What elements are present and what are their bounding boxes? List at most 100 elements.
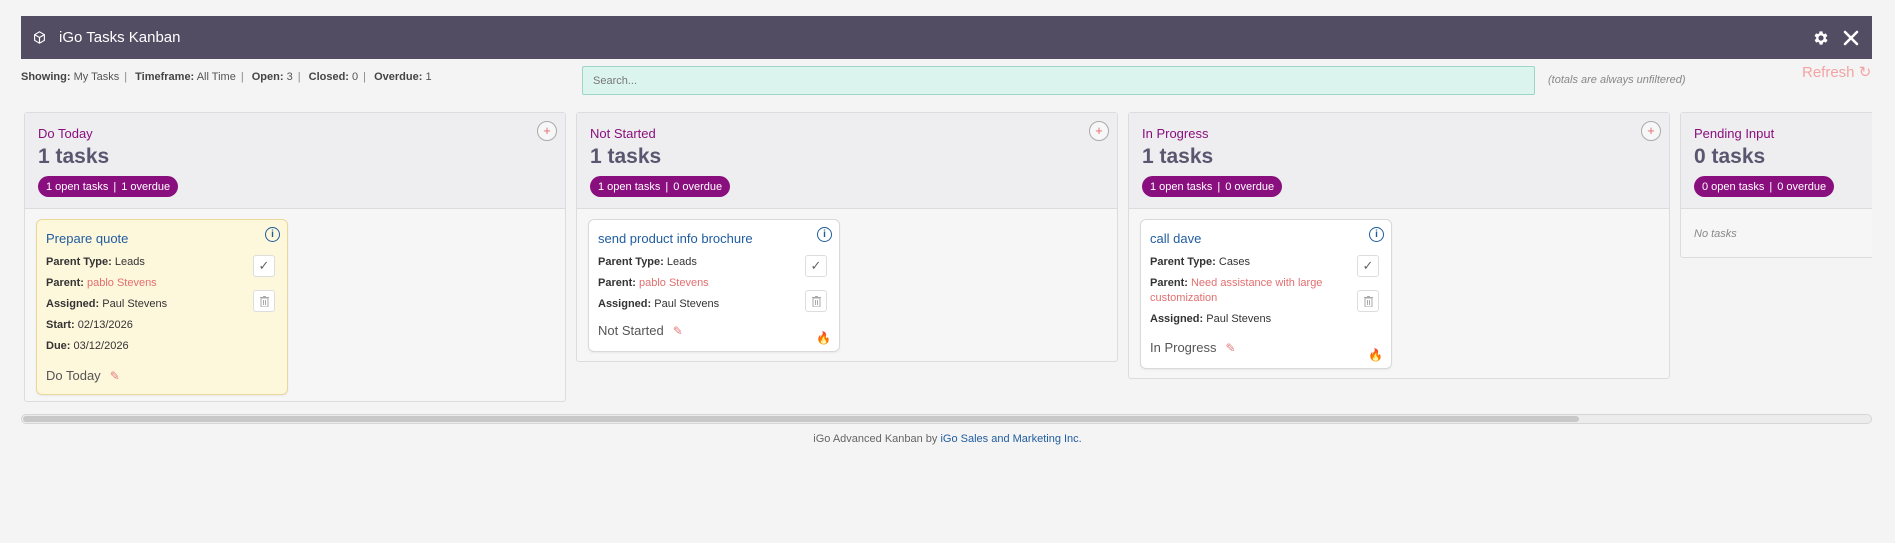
add-task-button[interactable]: +	[537, 121, 557, 141]
open-label: Open:	[251, 71, 284, 83]
overdue-count: 1 overdue	[121, 180, 171, 193]
column-header: In Progress 1 tasks 1 open tasks | 0 overd…	[1129, 113, 1669, 209]
task-status: In Progress	[1150, 340, 1217, 355]
start-label: Start:	[46, 319, 75, 331]
open-tasks-count: 1 open tasks	[1150, 180, 1213, 193]
stats-separator: |	[297, 71, 301, 83]
column-pending-input: Pending Input 0 tasks 0 open tasks | 0 ove…	[1680, 112, 1872, 258]
cube-icon	[31, 30, 47, 46]
footer-company-link[interactable]: iGo Sales and Marketing Inc.	[940, 433, 1081, 445]
edit-status-pencil-icon[interactable]: ✎	[1225, 341, 1235, 355]
assigned-row: Assigned: Paul Stevens	[1150, 312, 1340, 327]
due-date: 03/12/2026	[73, 340, 129, 352]
parent-row: Parent: Need assistance with large custo…	[1150, 276, 1340, 306]
column-title: Do Today	[38, 126, 93, 141]
add-task-button[interactable]: +	[1641, 121, 1661, 141]
scrollbar-thumb[interactable]	[23, 416, 1579, 422]
info-icon[interactable]: i	[265, 227, 280, 242]
delete-task-button[interactable]	[1357, 290, 1379, 312]
open-tasks-count: 1 open tasks	[46, 180, 109, 193]
open-tasks-count: 0 open tasks	[1702, 180, 1765, 193]
complete-task-button[interactable]: ✓	[1357, 255, 1379, 277]
parent-link[interactable]: pablo Stevens	[87, 277, 157, 289]
kanban-board: Do Today 1 tasks 1 open tasks | 1 overdue …	[21, 112, 1872, 412]
parent-row: Parent: pablo Stevens	[598, 276, 788, 291]
assigned-row: Assigned: Paul Stevens	[46, 297, 236, 312]
column-title: Pending Input	[1694, 126, 1775, 141]
task-title-link[interactable]: Prepare quote	[46, 231, 128, 246]
horizontal-scrollbar[interactable]	[21, 414, 1872, 424]
add-task-button[interactable]: +	[1089, 121, 1109, 141]
edit-status-pencil-icon[interactable]: ✎	[673, 324, 683, 338]
showing-value: My Tasks	[73, 71, 120, 83]
info-icon[interactable]: i	[1369, 227, 1384, 242]
complete-task-button[interactable]: ✓	[805, 255, 827, 277]
parent-type-label: Parent Type:	[598, 256, 664, 268]
badge-separator: |	[665, 180, 669, 193]
close-icon[interactable]	[1840, 27, 1862, 49]
overdue-value: 1	[425, 71, 432, 83]
app-title: iGo Tasks Kanban	[59, 29, 181, 46]
column-task-count: 1 tasks	[590, 145, 662, 168]
column-in-progress: In Progress 1 tasks 1 open tasks | 0 overd…	[1128, 112, 1670, 379]
overdue-count: 0 overdue	[1777, 180, 1827, 193]
parent-row: Parent: pablo Stevens	[46, 276, 236, 291]
column-not-started: Not Started 1 tasks 1 open tasks | 0 overd…	[576, 112, 1118, 362]
showing-label: Showing:	[21, 71, 71, 83]
column-header: Not Started 1 tasks 1 open tasks | 0 overd…	[577, 113, 1117, 209]
refresh-button[interactable]: Refresh ↻	[1802, 63, 1871, 81]
parent-type-value: Leads	[114, 256, 145, 268]
parent-label: Parent:	[1150, 277, 1188, 289]
task-title-link[interactable]: call dave	[1150, 231, 1201, 246]
search-input[interactable]	[582, 66, 1535, 95]
overdue-count: 0 overdue	[1225, 180, 1275, 193]
task-status: Do Today	[46, 368, 101, 383]
edit-status-pencil-icon[interactable]: ✎	[110, 369, 120, 383]
overdue-fire-icon: 🔥	[816, 331, 831, 345]
complete-task-button[interactable]: ✓	[253, 255, 275, 277]
due-label: Due:	[46, 340, 71, 352]
footer-text: iGo Advanced Kanban by	[813, 433, 941, 445]
column-task-count: 1 tasks	[1142, 145, 1214, 168]
stats-separator: |	[240, 71, 244, 83]
badge-separator: |	[113, 180, 117, 193]
closed-label: Closed:	[308, 71, 349, 83]
overdue-fire-icon: 🔥	[1368, 348, 1383, 362]
assigned-value: Paul Stevens	[1206, 313, 1272, 325]
task-card[interactable]: send product info brochure i Parent Type…	[588, 219, 840, 352]
task-status: Not Started	[598, 323, 664, 338]
stats-separator: |	[124, 71, 128, 83]
delete-task-button[interactable]	[805, 290, 827, 312]
column-do-today: Do Today 1 tasks 1 open tasks | 1 overdue …	[24, 112, 566, 402]
stats-separator: |	[363, 71, 367, 83]
open-tasks-count: 1 open tasks	[598, 180, 661, 193]
delete-task-button[interactable]	[253, 290, 275, 312]
timeframe-label: Timeframe:	[135, 71, 195, 83]
settings-gear-icon[interactable]	[1810, 27, 1832, 49]
footer: iGo Advanced Kanban by iGo Sales and Mar…	[0, 433, 1895, 445]
parent-type-row: Parent Type: Leads	[46, 255, 236, 270]
column-summary-badge: 0 open tasks | 0 overdue	[1694, 176, 1835, 197]
column-task-count: 1 tasks	[38, 145, 110, 168]
title-bar: iGo Tasks Kanban	[21, 16, 1872, 59]
task-card[interactable]: Prepare quote i Parent Type: Leads Paren…	[36, 219, 288, 395]
parent-type-row: Parent Type: Cases	[1150, 255, 1340, 270]
overdue-label: Overdue:	[374, 71, 423, 83]
task-card[interactable]: call dave i Parent Type: Cases Parent: N…	[1140, 219, 1392, 369]
column-title: In Progress	[1142, 126, 1209, 141]
start-date: 02/13/2026	[77, 319, 133, 331]
parent-link[interactable]: pablo Stevens	[639, 277, 709, 289]
trash-icon	[259, 295, 269, 307]
task-title-link[interactable]: send product info brochure	[598, 231, 753, 246]
status-line: In Progress ✎	[1150, 340, 1236, 355]
parent-label: Parent:	[46, 277, 84, 289]
column-summary-badge: 1 open tasks | 0 overdue	[1142, 176, 1283, 197]
start-row: Start: 02/13/2026	[46, 318, 236, 333]
info-icon[interactable]: i	[817, 227, 832, 242]
badge-separator: |	[1769, 180, 1773, 193]
open-value: 3	[286, 71, 293, 83]
assigned-row: Assigned: Paul Stevens	[598, 297, 788, 312]
status-line: Do Today ✎	[46, 368, 120, 383]
assigned-label: Assigned:	[46, 298, 100, 310]
closed-value: 0	[352, 71, 359, 83]
